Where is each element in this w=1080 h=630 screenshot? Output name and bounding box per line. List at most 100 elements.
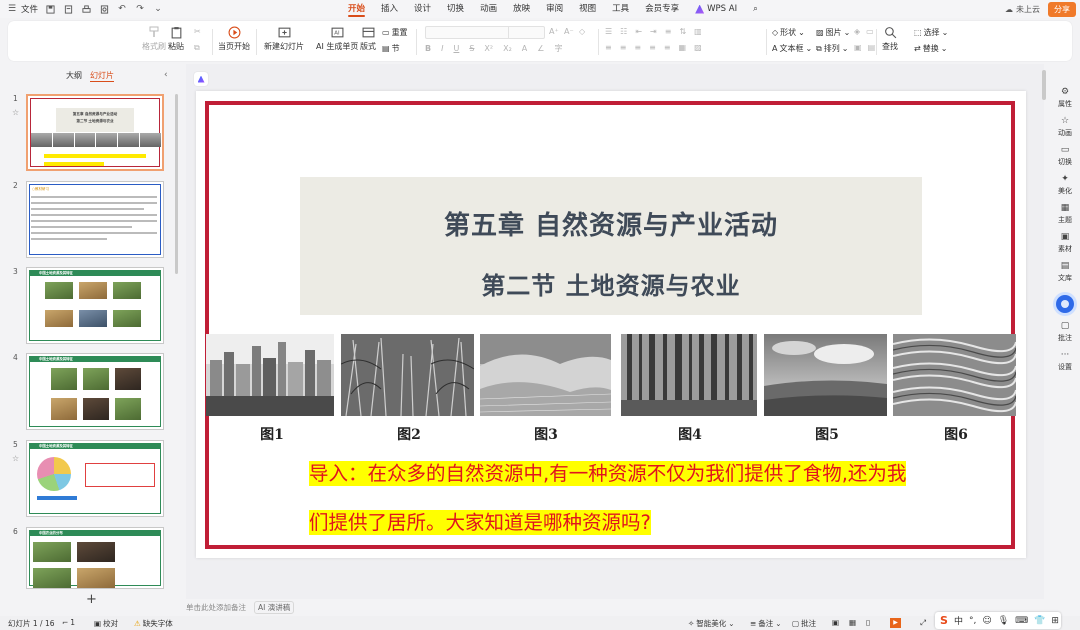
tab-transitions[interactable]: 切换	[439, 0, 472, 18]
font-color-icon[interactable]: A	[522, 44, 527, 53]
slide-thumbnail-1[interactable]: 1 ☆ 第五章 自然资源与产业活动 第二节 土地资源与农业	[0, 94, 180, 174]
undo-icon[interactable]: ↶	[116, 3, 128, 15]
ai-generate-slide-button[interactable]: AI AI 生成单页	[316, 25, 358, 52]
proofread-button[interactable]: ▣ 校对	[94, 618, 118, 629]
smart-beautify-button[interactable]: ✧ 智能美化 ⌄	[688, 618, 735, 629]
redo-icon[interactable]: ↷	[134, 3, 146, 15]
assistant-bubble-icon[interactable]	[1056, 295, 1074, 313]
file-menu[interactable]: ☰ 文件	[6, 3, 38, 15]
format-painter-button[interactable]: 格式刷	[142, 25, 166, 52]
photo-grassland[interactable]	[764, 334, 887, 416]
ime-grid-icon[interactable]: ⊞	[1051, 616, 1059, 626]
comment-counter[interactable]: ⌐ 1	[62, 618, 75, 627]
subscript-icon[interactable]: X₂	[503, 44, 512, 53]
tab-view[interactable]: 视图	[571, 0, 604, 18]
picture-button[interactable]: ▨ 图片 ⌄	[816, 27, 850, 38]
intro-text-line1[interactable]: 导入：在众多的自然资源中,有一种资源不仅为我们提供了食物,还为我	[309, 461, 907, 486]
align-right-icon[interactable]: ≡	[634, 43, 641, 52]
photo-forest[interactable]	[621, 334, 757, 416]
fill-icon[interactable]: ◈	[854, 27, 860, 36]
print-preview-icon[interactable]	[98, 3, 110, 15]
skin-icon[interactable]: 👕	[1034, 616, 1045, 626]
keyboard-icon[interactable]: ⌨	[1015, 616, 1028, 626]
tab-outline[interactable]: 大纲	[66, 70, 82, 82]
play-from-current-button[interactable]: 当页开始	[218, 25, 250, 52]
ime-mode[interactable]: 中	[954, 614, 963, 627]
cut-icon[interactable]: ✂	[194, 27, 201, 36]
tab-design[interactable]: 设计	[406, 0, 439, 18]
customize-chevron-icon[interactable]: ⌄	[152, 3, 164, 15]
replace-button[interactable]: ⇄ 替换 ⌄	[914, 43, 947, 54]
smart-art-icon[interactable]: ▨	[694, 43, 702, 52]
highlight-icon[interactable]: ∠	[537, 44, 544, 53]
sidebar-item-properties[interactable]: ⚙ 属性	[1050, 86, 1080, 109]
current-slide[interactable]: 第五章 自然资源与产业活动 第二节 土地资源与农业 图1 图2 图3 图4 图5…	[196, 91, 1026, 558]
group-icon[interactable]: ▤	[868, 43, 876, 52]
tab-wps-ai[interactable]: WPS AI	[687, 0, 745, 18]
distribute-icon[interactable]: ≡	[664, 43, 671, 52]
photo-terraces[interactable]	[893, 334, 1016, 416]
share-button[interactable]: 分享	[1048, 2, 1076, 17]
strikethrough-icon[interactable]: S	[469, 44, 474, 53]
wps-ai-float-button[interactable]	[194, 72, 208, 86]
decrease-font-icon[interactable]: A⁻	[564, 27, 574, 36]
paste-button[interactable]: 粘贴	[168, 25, 184, 52]
find-button[interactable]: 查找	[882, 25, 898, 52]
export-pdf-icon[interactable]	[62, 3, 74, 15]
save-icon[interactable]	[44, 3, 56, 15]
reset-button[interactable]: ▭ 重置	[382, 27, 408, 38]
slide-thumbnail-3[interactable]: 3 中国土地资源及其特征	[0, 267, 180, 347]
select-button[interactable]: ⬚ 选择 ⌄	[914, 27, 948, 38]
reading-view-icon[interactable]: ▯	[866, 618, 870, 627]
shape-button[interactable]: ◇ 形状 ⌄	[772, 27, 805, 38]
canvas-scrollbar[interactable]	[1042, 70, 1046, 100]
emoji-icon[interactable]: ☺	[982, 616, 991, 626]
comments-toggle[interactable]: ▢ 批注	[792, 618, 816, 629]
tab-slideshow[interactable]: 放映	[505, 0, 538, 18]
slide-thumbnail-5[interactable]: 5 ☆ 中国土地资源及其特征	[0, 440, 180, 520]
tab-review[interactable]: 审阅	[538, 0, 571, 18]
bold-icon[interactable]: B	[425, 44, 431, 53]
columns-icon[interactable]: ▦	[679, 43, 687, 52]
sidebar-item-transition[interactable]: ▭ 切换	[1050, 144, 1080, 167]
slide-thumbnail-2[interactable]: 2 ○教材研习	[0, 181, 180, 261]
intro-text-line2[interactable]: 们提供了居所。大家知道是哪种资源吗?	[309, 510, 651, 535]
line-spacing-icon[interactable]: ≡	[665, 27, 672, 36]
increase-indent-icon[interactable]: ⇥	[650, 27, 657, 36]
search-button[interactable]: ⌕	[745, 0, 766, 18]
superscript-icon[interactable]: X²	[484, 44, 493, 53]
section-button[interactable]: ▤ 节	[382, 43, 400, 54]
increase-font-icon[interactable]: A⁺	[549, 27, 559, 36]
char-spacing-icon[interactable]: 字	[554, 43, 562, 54]
sorter-view-icon[interactable]: ▦	[849, 618, 856, 627]
print-icon[interactable]	[80, 3, 92, 15]
tab-slides[interactable]: 幻灯片	[90, 70, 114, 82]
photo-desert[interactable]	[480, 334, 611, 416]
notes-placeholder[interactable]: 单击此处添加备注	[186, 602, 246, 613]
fit-window-icon[interactable]: ⤢	[920, 618, 926, 628]
ai-script-button[interactable]: AI 演讲稿	[254, 600, 295, 614]
copy-icon[interactable]: ⧉	[194, 43, 200, 53]
new-slide-button[interactable]: 新建幻灯片	[264, 25, 304, 52]
text-direction-icon[interactable]: ⇅	[679, 27, 686, 36]
bullets-icon[interactable]: ☰	[605, 27, 612, 36]
align-center-icon[interactable]: ≡	[620, 43, 627, 52]
underline-icon[interactable]: U	[453, 44, 459, 53]
font-size-select[interactable]	[508, 26, 545, 39]
add-slide-icon[interactable]: +	[86, 592, 97, 607]
ime-punct[interactable]: °,	[969, 616, 976, 626]
sidebar-item-library[interactable]: ▤ 文库	[1050, 260, 1080, 283]
layout-button[interactable]: 版式	[360, 25, 376, 52]
tab-tools[interactable]: 工具	[604, 0, 637, 18]
missing-font-button[interactable]: ⚠ 缺失字体	[134, 618, 173, 629]
sidebar-item-comments[interactable]: ▢ 批注	[1050, 320, 1080, 343]
tab-insert[interactable]: 插入	[373, 0, 406, 18]
normal-view-icon[interactable]: ▣	[832, 618, 839, 627]
sidebar-item-animation[interactable]: ☆ 动画	[1050, 115, 1080, 138]
align-text-icon[interactable]: ▥	[694, 27, 702, 36]
photo-city[interactable]	[206, 334, 334, 416]
justify-icon[interactable]: ≡	[649, 43, 656, 52]
play-slideshow-icon[interactable]: ▶	[890, 618, 901, 628]
photo-cornfield[interactable]	[341, 334, 474, 416]
effects-icon[interactable]: ▣	[854, 43, 862, 52]
